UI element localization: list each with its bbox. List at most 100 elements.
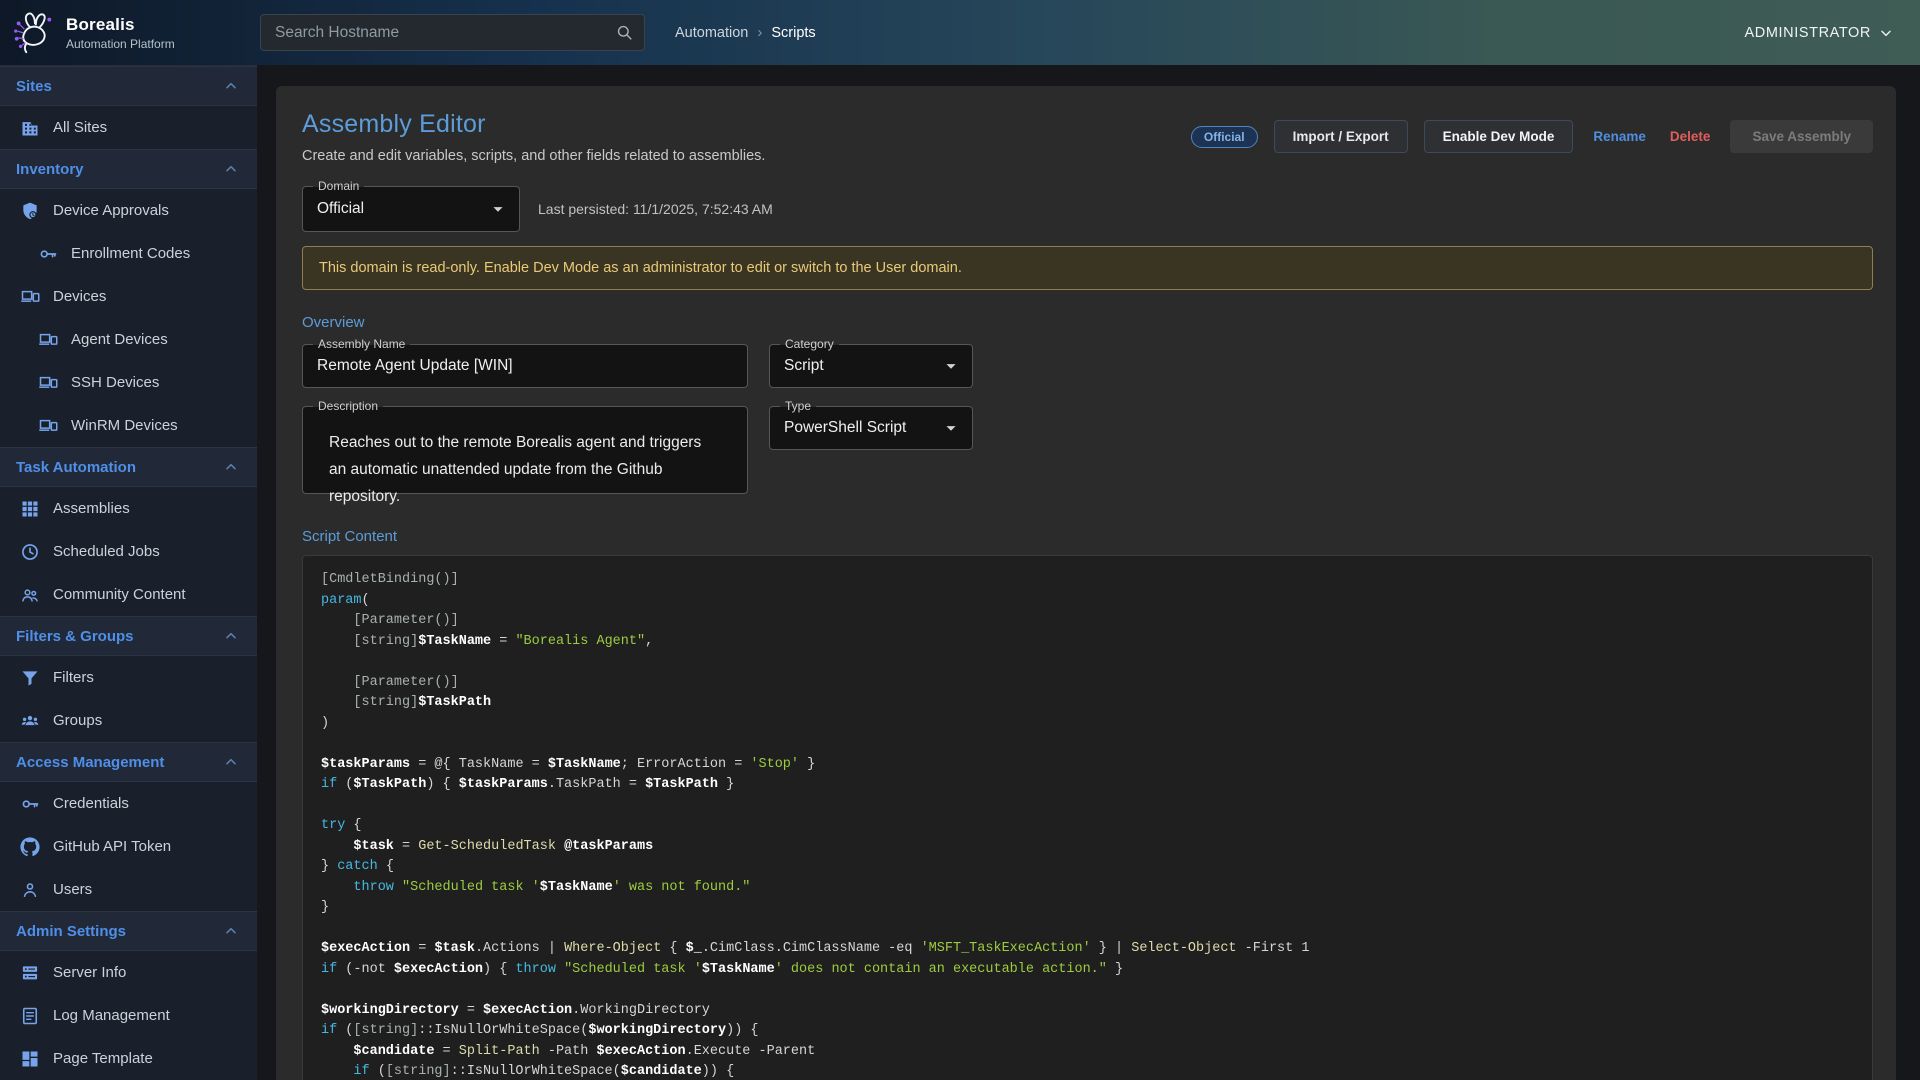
code-line: if ([string]::IsNullOrWhiteSpace($candid…	[321, 1062, 1854, 1080]
code-line: throw "Scheduled task '$TaskName' was no…	[321, 878, 1854, 899]
sidebar-item-label: All Sites	[53, 119, 107, 136]
sidebar-item-agent-devices[interactable]: Agent Devices	[0, 318, 257, 361]
sidebar-item-label: Assemblies	[53, 500, 130, 517]
assembly-editor-panel: Assembly Editor Create and edit variable…	[276, 86, 1896, 1080]
code-line: try {	[321, 816, 1854, 837]
code-line: if ([string]::IsNullOrWhiteSpace($workin…	[321, 1021, 1854, 1042]
sidebar-item-device-approvals[interactable]: Device Approvals	[0, 189, 257, 232]
category-select[interactable]: Category Script	[769, 344, 973, 388]
sidebar-item-users[interactable]: Users	[0, 868, 257, 911]
description-field[interactable]: Description Reaches out to the remote Bo…	[302, 406, 748, 494]
code-line	[321, 980, 1854, 1001]
code-line: if ($TaskPath) { $taskParams.TaskPath = …	[321, 775, 1854, 796]
devices-icon	[20, 287, 40, 307]
sidebar-item-groups[interactable]: Groups	[0, 699, 257, 742]
sidebar-item-assemblies[interactable]: Assemblies	[0, 487, 257, 530]
log-icon	[20, 1006, 40, 1026]
search-box[interactable]	[260, 14, 645, 51]
grid-icon	[20, 499, 40, 519]
user-menu[interactable]: ADMINISTRATOR	[1745, 25, 1895, 41]
filter-icon	[20, 668, 40, 688]
code-line: $task = Get-ScheduledTask @taskParams	[321, 837, 1854, 858]
sidebar-item-github-api-token[interactable]: GitHub API Token	[0, 825, 257, 868]
code-line	[321, 734, 1854, 755]
sidebar-section-label: Access Management	[16, 754, 164, 771]
script-code-editor[interactable]: [CmdletBinding()]param( [Parameter()] [s…	[302, 555, 1873, 1080]
sidebar-item-page-template[interactable]: Page Template	[0, 1037, 257, 1080]
code-line: [string]$TaskName = "Borealis Agent",	[321, 632, 1854, 653]
editor-actions: Official Import / Export Enable Dev Mode…	[1191, 120, 1873, 153]
panel-header: Assembly Editor Create and edit variable…	[302, 110, 1873, 164]
type-select-label: Type	[780, 399, 816, 414]
devices-icon	[38, 330, 58, 350]
sidebar-section-label: Task Automation	[16, 459, 136, 476]
delete-button[interactable]: Delete	[1666, 123, 1715, 150]
code-line: [CmdletBinding()]	[321, 570, 1854, 591]
save-assembly-button[interactable]: Save Assembly	[1730, 120, 1873, 153]
domain-select[interactable]: Domain Official	[302, 186, 520, 232]
chevron-up-icon	[223, 78, 239, 94]
caret-down-icon	[487, 198, 509, 220]
sidebar-item-label: Users	[53, 881, 92, 898]
description-label: Description	[313, 399, 383, 414]
readonly-notice: This domain is read-only. Enable Dev Mod…	[302, 246, 1873, 290]
key-icon	[20, 794, 40, 814]
sidebar-section-task-automation[interactable]: Task Automation	[0, 447, 257, 487]
import-export-button[interactable]: Import / Export	[1274, 120, 1408, 153]
breadcrumb-item-scripts[interactable]: Scripts	[771, 25, 815, 41]
sidebar-item-credentials[interactable]: Credentials	[0, 782, 257, 825]
sidebar-item-all-sites[interactable]: All Sites	[0, 106, 257, 149]
sidebar-section-label: Filters & Groups	[16, 628, 134, 645]
last-persisted-text: Last persisted: 11/1/2025, 7:52:43 AM	[538, 201, 773, 217]
sidebar-item-server-info[interactable]: Server Info	[0, 951, 257, 994]
brand-title: Borealis	[66, 15, 175, 35]
sidebar-item-label: Agent Devices	[71, 331, 168, 348]
code-line: if (-not $execAction) { throw "Scheduled…	[321, 960, 1854, 981]
main-content: Assembly Editor Create and edit variable…	[257, 65, 1920, 1080]
brand-text: Borealis Automation Platform	[66, 15, 175, 51]
sidebar-section-admin-settings[interactable]: Admin Settings	[0, 911, 257, 951]
sidebar-item-filters[interactable]: Filters	[0, 656, 257, 699]
sidebar-section-access-management[interactable]: Access Management	[0, 742, 257, 782]
sidebar-section-inventory[interactable]: Inventory	[0, 149, 257, 189]
user-menu-label: ADMINISTRATOR	[1745, 25, 1872, 41]
sidebar-item-ssh-devices[interactable]: SSH Devices	[0, 361, 257, 404]
assembly-name-input[interactable]	[303, 357, 747, 375]
sidebar-item-scheduled-jobs[interactable]: Scheduled Jobs	[0, 530, 257, 573]
breadcrumb-item-automation[interactable]: Automation	[675, 25, 748, 41]
chevron-up-icon	[223, 628, 239, 644]
official-badge: Official	[1191, 126, 1258, 148]
code-line: )	[321, 714, 1854, 735]
sidebar-item-label: Page Template	[53, 1050, 153, 1067]
sidebar-item-log-management[interactable]: Log Management	[0, 994, 257, 1037]
assembly-name-field[interactable]: Assembly Name	[302, 344, 748, 388]
domain-select-label: Domain	[313, 179, 364, 194]
code-line: $candidate = Split-Path -Path $execActio…	[321, 1042, 1854, 1063]
devices-icon	[38, 416, 58, 436]
sidebar-item-winrm-devices[interactable]: WinRM Devices	[0, 404, 257, 447]
overview-row-1: Assembly Name Category Script	[302, 344, 1873, 388]
shell: SitesAll SitesInventoryDevice ApprovalsE…	[0, 65, 1920, 1080]
script-content-heading: Script Content	[302, 528, 1873, 545]
sidebar-section-sites[interactable]: Sites	[0, 66, 257, 106]
sidebar-item-devices[interactable]: Devices	[0, 275, 257, 318]
search-input[interactable]	[261, 24, 615, 42]
sidebar-item-enrollment-codes[interactable]: Enrollment Codes	[0, 232, 257, 275]
code-line	[321, 652, 1854, 673]
sidebar-section-filters-groups[interactable]: Filters & Groups	[0, 616, 257, 656]
borealis-logo-icon	[10, 10, 56, 56]
code-line: $workingDirectory = $execAction.WorkingD…	[321, 1001, 1854, 1022]
type-select[interactable]: Type PowerShell Script	[769, 406, 973, 450]
code-line	[321, 919, 1854, 940]
sidebar-item-community-content[interactable]: Community Content	[0, 573, 257, 616]
enable-dev-mode-button[interactable]: Enable Dev Mode	[1424, 120, 1574, 153]
code-line: } catch {	[321, 857, 1854, 878]
code-line: [Parameter()]	[321, 673, 1854, 694]
rename-button[interactable]: Rename	[1589, 123, 1650, 150]
sidebar-item-label: GitHub API Token	[53, 838, 171, 855]
topbar: Borealis Automation Platform Automation …	[0, 0, 1920, 65]
sidebar-item-label: WinRM Devices	[71, 417, 178, 434]
overview-heading: Overview	[302, 314, 1873, 331]
chevron-down-icon	[1878, 25, 1894, 41]
key-icon	[38, 244, 58, 264]
